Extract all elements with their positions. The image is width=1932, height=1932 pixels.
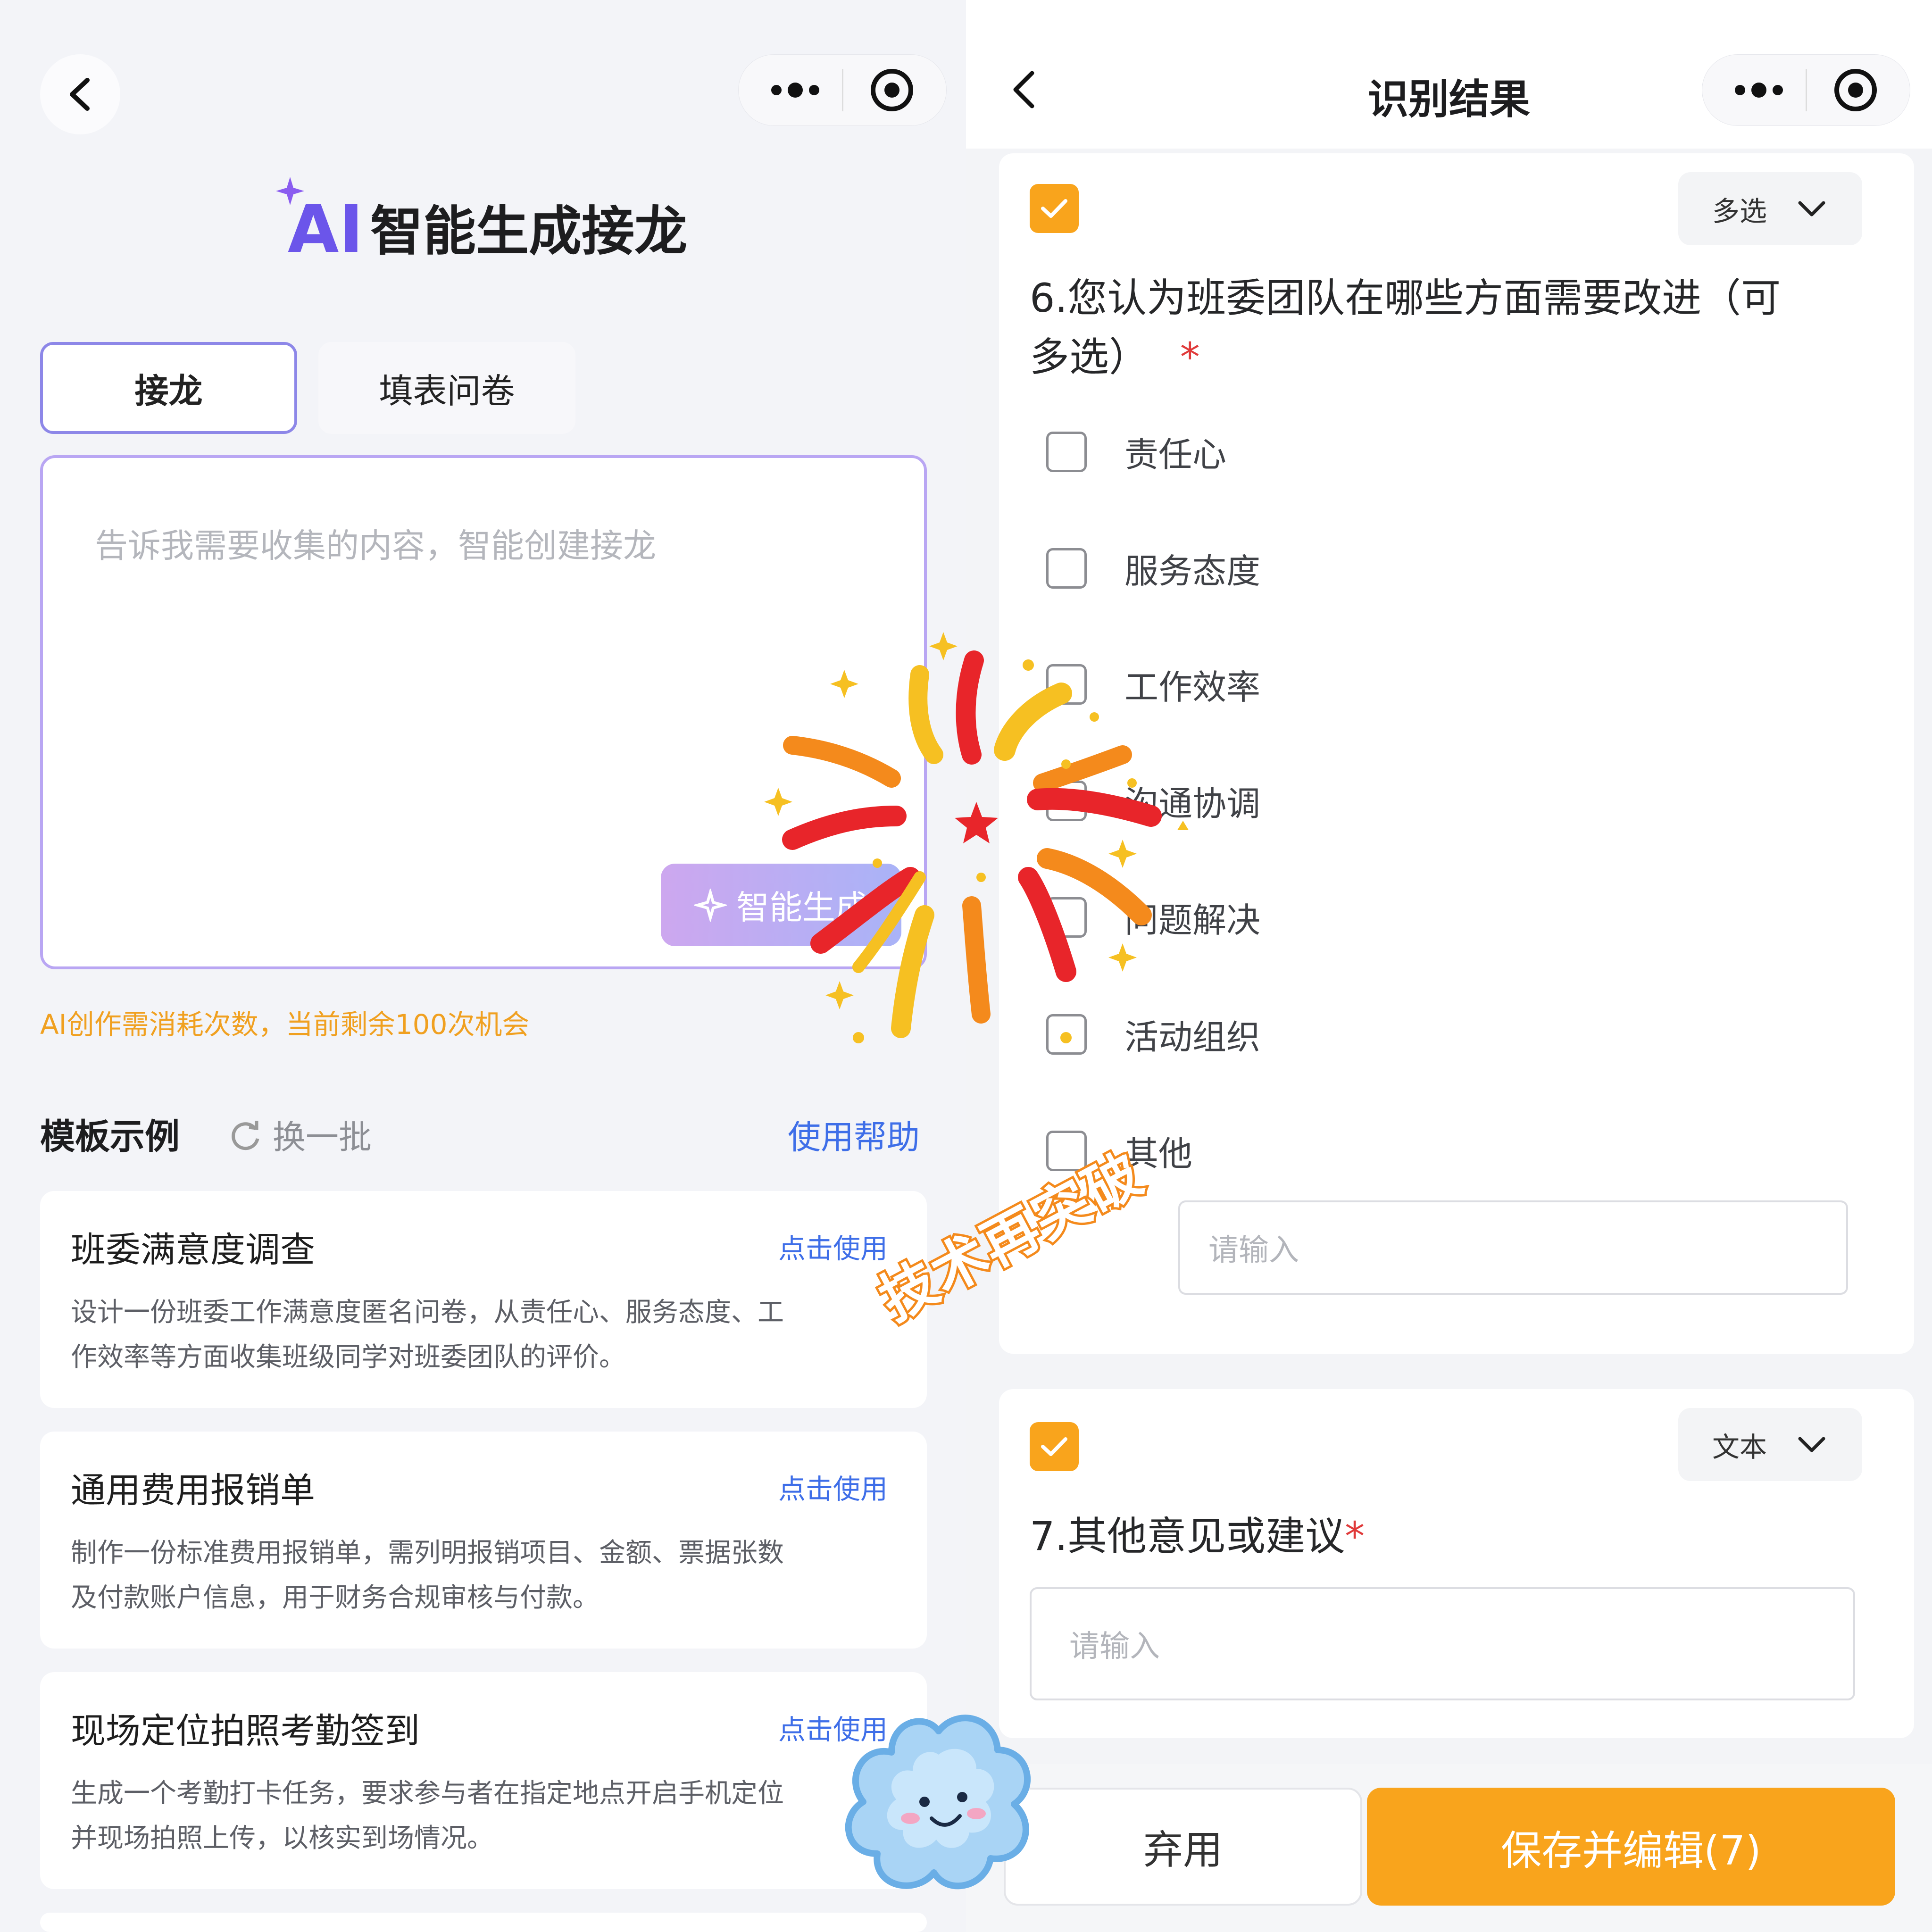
smiling-cloud-sticker bbox=[845, 1715, 1031, 1890]
capsule-divider bbox=[1806, 69, 1807, 111]
template-desc-line: 作效率等方面收集班级同学对班委团队的评价。 bbox=[71, 1342, 625, 1373]
discard-button[interactable]: 弃用 bbox=[1004, 1788, 1362, 1906]
template-card[interactable]: 班委满意度调查 点击使用 设计一份班委工作满意度匿名问卷，从责任心、服务态度、工… bbox=[40, 1191, 927, 1408]
close-miniprogram-button[interactable] bbox=[868, 67, 916, 114]
help-link[interactable]: 使用帮助 bbox=[788, 1111, 920, 1158]
template-desc-line: 制作一份标准费用报销单，需列明报销项目、金额、票据张数 bbox=[71, 1538, 784, 1568]
question-type-dropdown[interactable]: 文本 bbox=[1678, 1408, 1862, 1481]
refresh-label: 换一批 bbox=[273, 1118, 372, 1157]
template-desc-line: 及付款账户信息，用于财务合规审核与付款。 bbox=[71, 1582, 599, 1613]
template-title: 现场定位拍照考勤签到 bbox=[71, 1711, 420, 1751]
other-input-placeholder: 请输入 bbox=[1208, 1233, 1299, 1268]
discard-button-label: 弃用 bbox=[1143, 1826, 1223, 1873]
question-title-row: 7.其他意见或建议* bbox=[1030, 1505, 1365, 1562]
template-desc-line: 设计一份班委工作满意度匿名问卷，从责任心、服务态度、工 bbox=[71, 1297, 784, 1328]
target-circle-icon bbox=[871, 69, 913, 111]
capsule-divider bbox=[842, 69, 843, 111]
tab-form-survey[interactable]: 填表问卷 bbox=[318, 342, 575, 434]
firework-sticker bbox=[764, 632, 1189, 1043]
chevron-down-icon bbox=[1798, 201, 1825, 216]
ai-logo: AI bbox=[269, 175, 363, 268]
tab-form-survey-label: 填表问卷 bbox=[379, 371, 515, 411]
page-title: 智能生成接龙 bbox=[370, 201, 687, 262]
save-and-edit-button[interactable]: 保存并编辑(7) bbox=[1367, 1788, 1895, 1906]
template-title: 班委满意度调查 bbox=[71, 1230, 315, 1270]
suggestion-input-placeholder: 请输入 bbox=[1069, 1629, 1160, 1664]
ai-logo-text: AI bbox=[288, 191, 364, 268]
question-title: 7.其他意见或建议 bbox=[1030, 1513, 1345, 1559]
template-card[interactable]: 现场定位拍照考勤签到 点击使用 生成一个考勤打卡任务，要求参与者在指定地点开启手… bbox=[40, 1672, 927, 1889]
save-button-label: 保存并编辑(7) bbox=[1501, 1827, 1761, 1874]
question-type-label: 文本 bbox=[1712, 1431, 1767, 1463]
template-desc-line: 生成一个考勤打卡任务，要求参与者在指定地点开启手机定位 bbox=[71, 1778, 784, 1809]
mini-program-capsule bbox=[738, 54, 947, 126]
more-dots-icon bbox=[1735, 83, 1783, 98]
option-label: 服务态度 bbox=[1124, 551, 1261, 591]
question-card-7: 文本 7.其他意见或建议* 请输入 bbox=[999, 1389, 1914, 1738]
option-checkbox[interactable] bbox=[1046, 548, 1087, 589]
target-circle-icon bbox=[1834, 69, 1877, 111]
prompt-placeholder: 告诉我需要收集的内容，智能创建接龙 bbox=[95, 526, 656, 565]
refresh-icon bbox=[232, 1120, 259, 1150]
back-button[interactable] bbox=[40, 54, 120, 134]
option-service-attitude[interactable]: 服务态度 bbox=[1046, 543, 1260, 593]
template-card-partial bbox=[40, 1913, 927, 1932]
tab-chain-label: 接龙 bbox=[134, 371, 203, 411]
question-select-checkbox[interactable] bbox=[1030, 1422, 1079, 1471]
question-title: 6.您认为班委团队在哪些方面需要改进（可 bbox=[1030, 275, 1781, 321]
checkmark-icon bbox=[1041, 199, 1067, 218]
option-checkbox[interactable] bbox=[1046, 431, 1087, 472]
bottom-action-bar: 弃用 保存并编辑(7) bbox=[966, 1764, 1932, 1932]
template-title: 通用费用报销单 bbox=[71, 1470, 315, 1511]
use-template-link[interactable]: 点击使用 bbox=[778, 1467, 888, 1507]
templates-heading: 模板示例 bbox=[40, 1116, 180, 1157]
question-title-cont: 多选） * bbox=[1030, 325, 1200, 383]
option-responsibility[interactable]: 责任心 bbox=[1046, 427, 1226, 476]
more-button[interactable] bbox=[762, 71, 828, 109]
required-mark: * bbox=[1345, 1513, 1365, 1559]
refresh-button[interactable]: 换一批 bbox=[226, 1111, 372, 1158]
checkmark-icon bbox=[1041, 1437, 1067, 1456]
chevron-left-icon bbox=[70, 78, 90, 111]
question-select-checkbox[interactable] bbox=[1030, 184, 1079, 233]
other-input[interactable]: 请输入 bbox=[1178, 1200, 1848, 1295]
question-title-line2: 多选） bbox=[1030, 334, 1149, 380]
more-button[interactable] bbox=[1726, 71, 1792, 109]
question-type-dropdown[interactable]: 多选 bbox=[1678, 172, 1862, 245]
option-label: 责任心 bbox=[1124, 435, 1227, 475]
template-desc-line: 并现场拍照上传，以核实到场情况。 bbox=[71, 1823, 493, 1854]
mini-program-capsule bbox=[1702, 54, 1910, 126]
chevron-down-icon bbox=[1798, 1437, 1825, 1452]
required-mark: * bbox=[1180, 334, 1200, 380]
question-type-label: 多选 bbox=[1712, 195, 1767, 227]
close-miniprogram-button[interactable] bbox=[1832, 67, 1879, 114]
tab-chain[interactable]: 接龙 bbox=[40, 342, 297, 434]
quota-note: AI创作需消耗次数，当前剩余100次机会 bbox=[40, 1008, 530, 1041]
suggestion-input[interactable]: 请输入 bbox=[1030, 1587, 1855, 1700]
template-card[interactable]: 通用费用报销单 点击使用 制作一份标准费用报销单，需列明报销项目、金额、票据张数… bbox=[40, 1432, 927, 1649]
sparkle-icon bbox=[694, 888, 727, 922]
more-dots-icon bbox=[771, 83, 819, 98]
